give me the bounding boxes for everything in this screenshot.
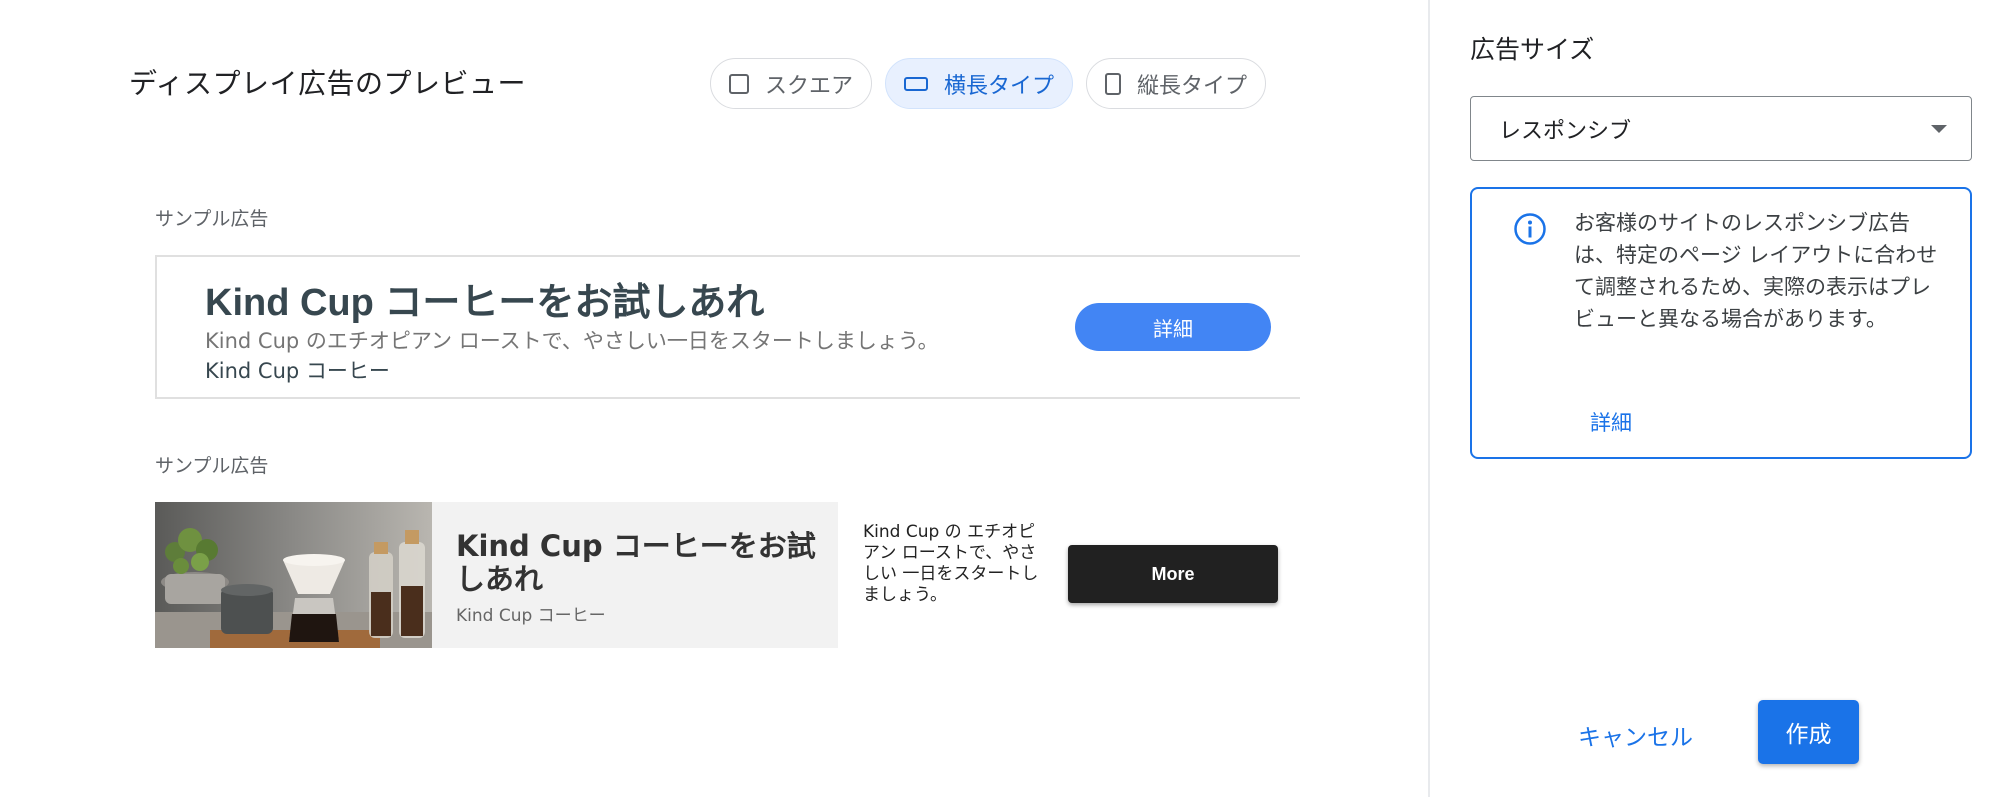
info-box: お客様のサイトのレスポンシブ広告は、特定のページ レイアウトに合わせて調整される… bbox=[1470, 187, 1972, 459]
landscape-icon bbox=[904, 76, 929, 91]
ad-text-block: Kind Cup コーヒーをお試しあれ Kind Cup コーヒー bbox=[432, 502, 838, 648]
sample-ad-image: Kind Cup コーヒーをお試しあれ Kind Cup コーヒー Kind C… bbox=[155, 502, 1300, 648]
info-text: お客様のサイトのレスポンシブ広告は、特定のページ レイアウトに合わせて調整される… bbox=[1574, 211, 1938, 331]
format-chip-landscape[interactable]: 横長タイプ bbox=[885, 58, 1074, 109]
square-icon bbox=[729, 73, 749, 94]
preview-pane: ディスプレイ広告のプレビュー スクエア 横長タイプ 縦長タイプ サンプル広告 K… bbox=[0, 0, 1428, 797]
sample-ad-label: サンプル広告 bbox=[155, 208, 269, 230]
ad-description: Kind Cup の エチオピアン ローストで、やさしい 一日をスタートしましょ… bbox=[863, 522, 1039, 605]
ad-more-button[interactable]: More bbox=[1068, 545, 1278, 603]
format-chip-label: 縦長タイプ bbox=[1137, 73, 1248, 99]
ad-image bbox=[155, 502, 432, 648]
dropdown-arrow-icon bbox=[1931, 125, 1947, 133]
ad-headline: Kind Cup コーヒーをお試しあれ bbox=[205, 282, 765, 324]
ad-description: Kind Cup のエチオピアン ローストで、やさしい一日をスタートしましょう。 bbox=[205, 329, 939, 353]
format-chip-square[interactable]: スクエア bbox=[710, 58, 873, 109]
info-icon bbox=[1514, 213, 1546, 245]
settings-pane: 広告サイズ レスポンシブ お客様のサイトのレスポンシブ広告は、特定のページ レイ… bbox=[1430, 0, 2000, 797]
ad-business-name: Kind Cup コーヒー bbox=[456, 606, 606, 626]
ad-headline: Kind Cup コーヒーをお試しあれ bbox=[456, 529, 816, 596]
format-chip-portrait[interactable]: 縦長タイプ bbox=[1086, 58, 1267, 109]
page-title: ディスプレイ広告のプレビュー bbox=[129, 67, 527, 100]
ad-size-select[interactable]: レスポンシブ bbox=[1470, 96, 1972, 161]
format-chip-group: スクエア 横長タイプ 縦長タイプ bbox=[710, 58, 1267, 109]
ad-size-select-value: レスポンシブ bbox=[1499, 118, 1632, 144]
ad-details-button[interactable]: 詳細 bbox=[1075, 303, 1271, 351]
ad-business-name: Kind Cup コーヒー bbox=[205, 359, 390, 383]
sample-ad-text: Kind Cup コーヒーをお試しあれ Kind Cup のエチオピアン ロース… bbox=[155, 255, 1300, 399]
format-chip-label: 横長タイプ bbox=[944, 73, 1055, 99]
create-button[interactable]: 作成 bbox=[1758, 700, 1859, 764]
info-details-link[interactable]: 詳細 bbox=[1590, 407, 1632, 437]
format-chip-label: スクエア bbox=[765, 73, 854, 99]
portrait-icon bbox=[1105, 72, 1122, 95]
ad-size-title: 広告サイズ bbox=[1470, 35, 1595, 64]
cancel-button[interactable]: キャンセル bbox=[1578, 718, 1693, 752]
sample-ad-label: サンプル広告 bbox=[155, 455, 269, 477]
